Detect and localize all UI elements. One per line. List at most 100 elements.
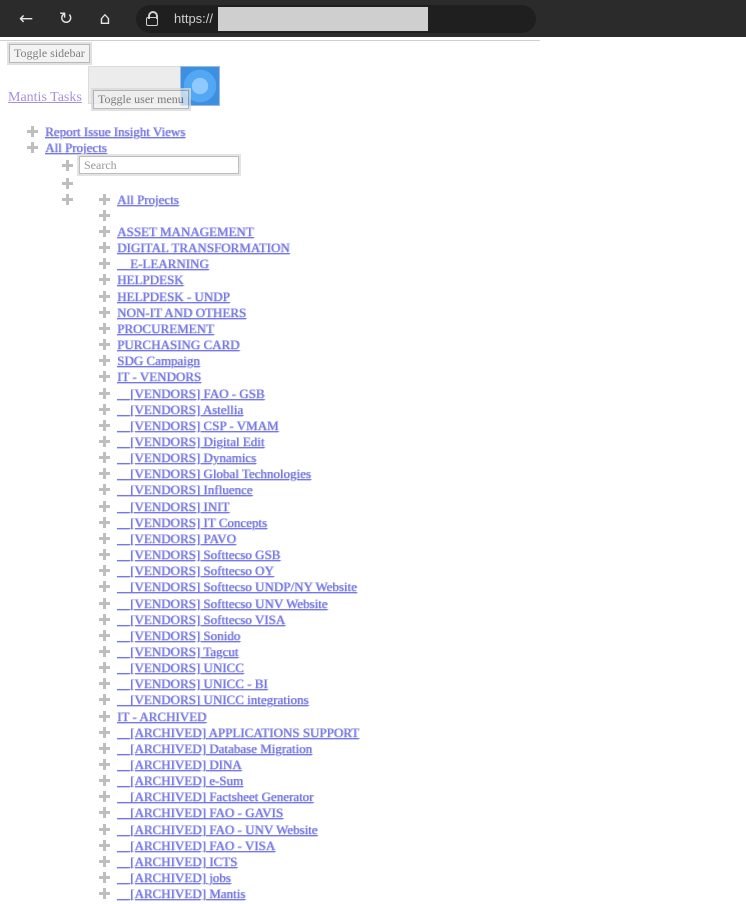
- project-link[interactable]: __[VENDORS] Softtecso UNV Website: [117, 596, 327, 611]
- project-link[interactable]: IT - VENDORS: [117, 369, 201, 384]
- project-link[interactable]: __[VENDORS] Softtecso GSB: [117, 547, 280, 562]
- project-link[interactable]: __[VENDORS] CSP - VMAM: [117, 418, 278, 433]
- project-link[interactable]: __[VENDORS] Digital Edit: [117, 434, 264, 449]
- project-list-item[interactable]: NON-IT AND OTHERS: [99, 305, 246, 321]
- project-list-item[interactable]: HELPDESK - UNDP: [99, 289, 230, 305]
- project-link[interactable]: IT - ARCHIVED: [117, 709, 206, 724]
- report-link[interactable]: Report Issue Insight Views: [45, 124, 185, 139]
- project-list-item[interactable]: __[ARCHIVED] FAO - UNV Website: [99, 822, 317, 838]
- lock-icon[interactable]: [146, 11, 158, 26]
- project-list-item[interactable]: HELPDESK: [99, 272, 183, 288]
- project-list-item[interactable]: __[VENDORS] Softtecso GSB: [99, 547, 280, 563]
- reload-icon[interactable]: ↻: [53, 6, 79, 32]
- project-link[interactable]: __[ARCHIVED] Database Migration: [117, 741, 312, 756]
- project-link[interactable]: __[ARCHIVED] APPLICATIONS SUPPORT: [117, 725, 359, 740]
- project-list-item[interactable]: __[VENDORS] CSP - VMAM: [99, 418, 278, 434]
- project-list-item[interactable]: __[ARCHIVED] e-Sum: [99, 773, 243, 789]
- all-projects-link[interactable]: All Projects: [117, 192, 179, 207]
- address-bar[interactable]: https://: [136, 5, 536, 33]
- project-link[interactable]: __[ARCHIVED] ICTS: [117, 854, 237, 869]
- project-list-item[interactable]: __[VENDORS] INIT: [99, 499, 229, 515]
- project-link[interactable]: __[VENDORS] Sonido: [117, 628, 240, 643]
- project-link[interactable]: __[VENDORS] UNICC integrations: [117, 692, 308, 707]
- project-link[interactable]: __[VENDORS] Softtecso VISA: [117, 612, 285, 627]
- project-list-item[interactable]: PURCHASING CARD: [99, 337, 239, 353]
- project-list-item[interactable]: __[VENDORS] Tagcut: [99, 644, 238, 660]
- project-list-item[interactable]: __[VENDORS] Sonido: [99, 628, 240, 644]
- tree-item-report[interactable]: Report Issue Insight Views: [27, 124, 185, 140]
- project-list-item[interactable]: __[ARCHIVED] Factsheet Generator: [99, 789, 313, 805]
- project-list-item[interactable]: ASSET MANAGEMENT: [99, 224, 254, 240]
- project-link[interactable]: PURCHASING CARD: [117, 337, 239, 352]
- project-list-item[interactable]: __[VENDORS] UNICC integrations: [99, 692, 308, 708]
- project-list-item[interactable]: __[ARCHIVED] Mantis: [99, 886, 245, 902]
- project-link[interactable]: ASSET MANAGEMENT: [117, 224, 254, 239]
- project-list-item[interactable]: __[VENDORS] FAO - GSB: [99, 386, 264, 402]
- project-list-item[interactable]: __[ARCHIVED] Database Migration: [99, 741, 312, 757]
- tree-item-all-projects-root[interactable]: All Projects: [27, 140, 107, 156]
- project-list-item[interactable]: DIGITAL TRANSFORMATION: [99, 240, 290, 256]
- project-link[interactable]: HELPDESK - UNDP: [117, 289, 230, 304]
- project-list-item[interactable]: __[VENDORS] Astellia: [99, 402, 243, 418]
- project-link[interactable]: __[VENDORS] UNICC: [117, 660, 244, 675]
- project-link[interactable]: __[ARCHIVED] FAO - VISA: [117, 838, 275, 853]
- project-list-item[interactable]: __[ARCHIVED] jobs: [99, 870, 231, 886]
- project-link[interactable]: __[VENDORS] Influence: [117, 482, 252, 497]
- project-link[interactable]: __[VENDORS] Tagcut: [117, 644, 238, 659]
- project-list-item[interactable]: __[ARCHIVED] APPLICATIONS SUPPORT: [99, 725, 359, 741]
- project-list-item[interactable]: __[VENDORS] Softtecso OY: [99, 563, 274, 579]
- project-link[interactable]: NON-IT AND OTHERS: [117, 305, 246, 320]
- project-link[interactable]: __[ARCHIVED] Factsheet Generator: [117, 789, 313, 804]
- project-list-item[interactable]: __[ARCHIVED] FAO - VISA: [99, 838, 275, 854]
- project-link[interactable]: __[VENDORS] Astellia: [117, 402, 243, 417]
- project-link[interactable]: __[VENDORS] INIT: [117, 499, 229, 514]
- back-icon[interactable]: ←: [13, 6, 39, 32]
- app-title-link[interactable]: Mantis Tasks: [8, 90, 82, 106]
- project-link[interactable]: SDG Campaign: [117, 353, 200, 368]
- project-list-item[interactable]: __[ARCHIVED] DINA: [99, 757, 242, 773]
- project-link[interactable]: __[VENDORS] Softtecso OY: [117, 563, 274, 578]
- tree-item-all-projects[interactable]: All Projects: [99, 192, 179, 208]
- toggle-user-menu-button[interactable]: Toggle user menu: [93, 90, 189, 109]
- toggle-sidebar-button[interactable]: Toggle sidebar: [9, 44, 90, 63]
- project-list-item[interactable]: __[ARCHIVED] FAO - GAVIS: [99, 805, 283, 821]
- project-list-item[interactable]: __[VENDORS] UNICC: [99, 660, 244, 676]
- project-link[interactable]: __[VENDORS] Global Technologies: [117, 466, 311, 481]
- project-link[interactable]: __[ARCHIVED] FAO - GAVIS: [117, 805, 283, 820]
- project-link[interactable]: DIGITAL TRANSFORMATION: [117, 240, 290, 255]
- home-icon[interactable]: ⌂: [92, 6, 118, 32]
- project-list-item[interactable]: __E-LEARNING: [99, 256, 209, 272]
- project-list-item[interactable]: __[ARCHIVED] ICTS: [99, 854, 237, 870]
- project-list-item[interactable]: __[VENDORS] IT Concepts: [99, 515, 267, 531]
- project-link[interactable]: HELPDESK: [117, 272, 183, 287]
- project-link[interactable]: __[VENDORS] Dynamics: [117, 450, 256, 465]
- project-link[interactable]: __[VENDORS] Softtecso UNDP/NY Website: [117, 579, 357, 594]
- project-list-item[interactable]: __[VENDORS] Global Technologies: [99, 466, 311, 482]
- project-link[interactable]: PROCUREMENT: [117, 321, 214, 336]
- project-list-item[interactable]: IT - ARCHIVED: [99, 709, 206, 725]
- project-list-item[interactable]: __[VENDORS] Softtecso VISA: [99, 612, 285, 628]
- project-list-item[interactable]: __[VENDORS] PAVO: [99, 531, 236, 547]
- plus-icon: [99, 516, 110, 528]
- project-link[interactable]: __[ARCHIVED] DINA: [117, 757, 242, 772]
- project-link[interactable]: __[VENDORS] IT Concepts: [117, 515, 267, 530]
- project-link[interactable]: __[VENDORS] UNICC - BI: [117, 676, 268, 691]
- all-projects-root-link[interactable]: All Projects: [45, 140, 107, 155]
- project-link[interactable]: __[ARCHIVED] Mantis: [117, 886, 245, 901]
- project-link[interactable]: __[VENDORS] FAO - GSB: [117, 386, 264, 401]
- project-list-item[interactable]: __[VENDORS] Softtecso UNDP/NY Website: [99, 579, 357, 595]
- project-link[interactable]: __[ARCHIVED] jobs: [117, 870, 231, 885]
- project-list-item[interactable]: SDG Campaign: [99, 353, 200, 369]
- project-link[interactable]: __E-LEARNING: [117, 256, 209, 271]
- project-link[interactable]: __[VENDORS] PAVO: [117, 531, 236, 546]
- project-link[interactable]: __[ARCHIVED] e-Sum: [117, 773, 243, 788]
- project-list-item[interactable]: PROCUREMENT: [99, 321, 214, 337]
- project-list-item[interactable]: IT - VENDORS: [99, 369, 201, 385]
- project-list-item[interactable]: __[VENDORS] UNICC - BI: [99, 676, 268, 692]
- project-search-input[interactable]: [79, 156, 239, 174]
- project-link[interactable]: __[ARCHIVED] FAO - UNV Website: [117, 822, 317, 837]
- project-list-item[interactable]: __[VENDORS] Influence: [99, 482, 252, 498]
- project-list-item[interactable]: __[VENDORS] Digital Edit: [99, 434, 264, 450]
- project-list-item[interactable]: __[VENDORS] Dynamics: [99, 450, 256, 466]
- project-list-item[interactable]: __[VENDORS] Softtecso UNV Website: [99, 596, 327, 612]
